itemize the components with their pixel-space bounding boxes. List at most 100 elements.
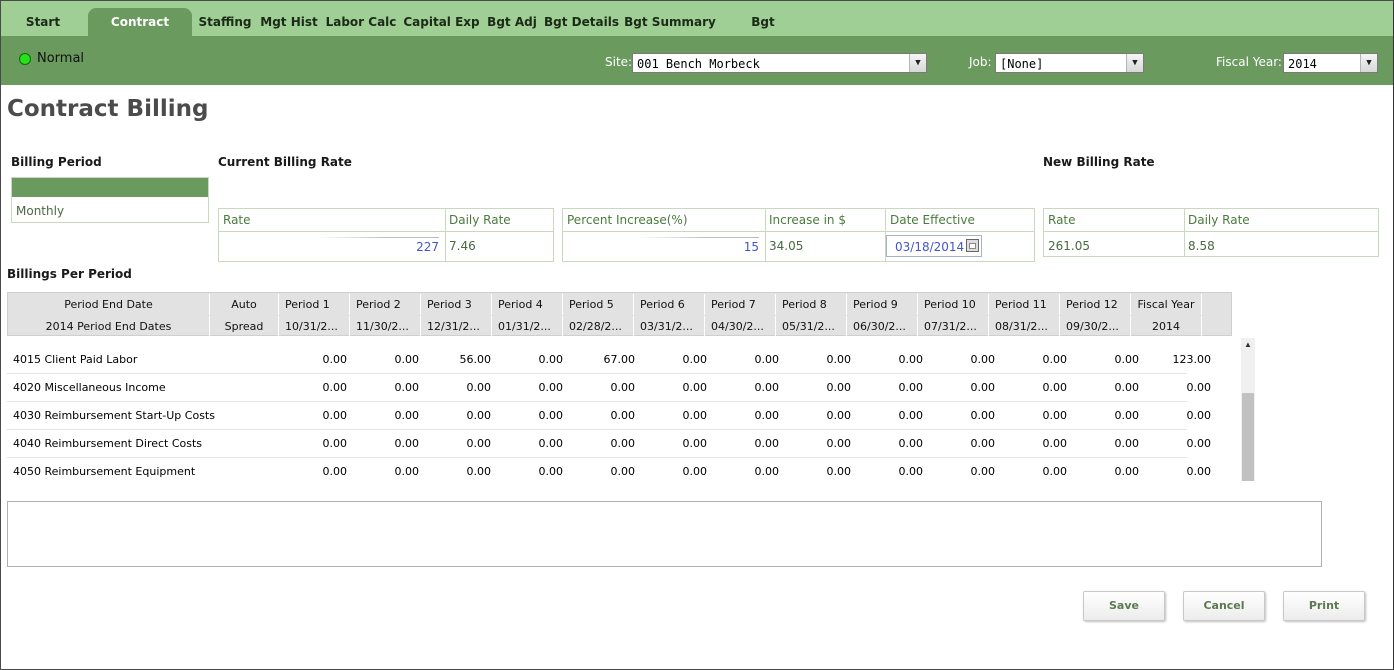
scrollbar-thumb[interactable]: [1242, 393, 1254, 481]
table-row[interactable]: 4015 Client Paid Labor 0.00 0.00 56.00 0.00 6…: [7, 345, 1211, 374]
vertical-scrollbar[interactable]: ▲: [1241, 338, 1255, 481]
table-cell[interactable]: 0.00: [863, 465, 924, 478]
billing-period-option[interactable]: Monthly: [12, 197, 208, 218]
table-cell[interactable]: 0.00: [575, 381, 636, 394]
tab-bgt-details[interactable]: Bgt Details: [543, 8, 620, 36]
tab-bgt-adj[interactable]: Bgt Adj: [484, 8, 540, 36]
scroll-up-icon[interactable]: ▲: [1241, 340, 1255, 349]
table-cell[interactable]: 0.00: [647, 437, 708, 450]
rate-input[interactable]: 227: [319, 240, 439, 254]
table-cell[interactable]: 0.00: [935, 465, 996, 478]
table-cell[interactable]: 0.00: [863, 409, 924, 422]
table-cell[interactable]: 0.00: [719, 409, 780, 422]
table-cell[interactable]: 0.00: [791, 437, 852, 450]
table-cell[interactable]: 0.00: [503, 353, 564, 366]
table-row[interactable]: 4050 Reimbursement Equipment 0.00 0.00 0.00…: [7, 457, 1211, 481]
table-cell[interactable]: 0.00: [503, 409, 564, 422]
table-cell[interactable]: 0.00: [575, 437, 636, 450]
table-cell[interactable]: 0.00: [287, 465, 348, 478]
table-cell[interactable]: 0.00: [431, 381, 492, 394]
table-cell[interactable]: 0.00: [359, 381, 420, 394]
billing-period-selected[interactable]: [12, 178, 208, 197]
table-cell[interactable]: 0.00: [863, 381, 924, 394]
percent-increase-input[interactable]: 15: [639, 240, 759, 254]
table-cell[interactable]: 0.00: [863, 353, 924, 366]
table-cell[interactable]: 0.00: [1151, 381, 1212, 394]
table-cell[interactable]: 0.00: [719, 353, 780, 366]
table-cell[interactable]: 0.00: [791, 381, 852, 394]
table-cell[interactable]: 0.00: [647, 353, 708, 366]
site-select[interactable]: 001 Bench Morbeck ▼: [632, 53, 927, 73]
calendar-icon[interactable]: [966, 239, 979, 252]
table-cell[interactable]: 0.00: [575, 465, 636, 478]
table-row[interactable]: 4040 Reimbursement Direct Costs 0.00 0.00 0…: [7, 429, 1211, 458]
table-cell[interactable]: 0.00: [287, 353, 348, 366]
table-cell[interactable]: 0.00: [1007, 381, 1068, 394]
table-cell[interactable]: 0.00: [1151, 437, 1212, 450]
table-cell[interactable]: 0.00: [1151, 409, 1212, 422]
table-cell[interactable]: 0.00: [287, 437, 348, 450]
table-cell[interactable]: 0.00: [935, 409, 996, 422]
tab-labor-calc[interactable]: Labor Calc: [323, 8, 399, 36]
chevron-down-icon[interactable]: ▼: [1126, 54, 1143, 72]
table-cell[interactable]: 0.00: [935, 353, 996, 366]
table-row[interactable]: 4020 Miscellaneous Income 0.00 0.00 0.00 0.0…: [7, 373, 1211, 402]
tab-bgt-approval[interactable]: Bgt Approval: [720, 8, 806, 57]
tab-staffing[interactable]: Staffing: [195, 8, 255, 36]
print-button[interactable]: Print: [1283, 591, 1365, 621]
table-cell[interactable]: 56.00: [431, 353, 492, 366]
table-cell[interactable]: 0.00: [1007, 465, 1068, 478]
table-cell[interactable]: 0.00: [1151, 465, 1212, 478]
table-cell[interactable]: 0.00: [647, 381, 708, 394]
table-cell[interactable]: 0.00: [431, 465, 492, 478]
table-cell[interactable]: 0.00: [359, 465, 420, 478]
table-cell[interactable]: 0.00: [1079, 437, 1140, 450]
cancel-button[interactable]: Cancel: [1183, 591, 1265, 621]
save-button[interactable]: Save: [1083, 591, 1165, 621]
table-cell[interactable]: 0.00: [575, 409, 636, 422]
table-cell[interactable]: 0.00: [1007, 437, 1068, 450]
table-cell[interactable]: 0.00: [359, 353, 420, 366]
tab-contract-billing[interactable]: Contract Billing: [88, 8, 192, 57]
tab-mgt-hist[interactable]: Mgt Hist: [258, 8, 320, 36]
table-cell[interactable]: 0.00: [287, 381, 348, 394]
table-cell[interactable]: 0.00: [1007, 409, 1068, 422]
table-cell[interactable]: 0.00: [935, 437, 996, 450]
date-effective-input[interactable]: 03/18/2014: [886, 235, 982, 257]
table-cell[interactable]: 0.00: [1079, 465, 1140, 478]
table-cell[interactable]: 0.00: [719, 465, 780, 478]
tab-bgt-summary[interactable]: Bgt Summary: [623, 8, 717, 36]
chevron-down-icon[interactable]: ▼: [909, 54, 926, 72]
table-cell[interactable]: 0.00: [431, 437, 492, 450]
chevron-down-icon[interactable]: ▼: [1360, 54, 1377, 72]
table-cell[interactable]: 0.00: [863, 437, 924, 450]
table-cell[interactable]: 0.00: [791, 353, 852, 366]
table-cell[interactable]: 0.00: [935, 381, 996, 394]
table-cell[interactable]: 0.00: [1079, 381, 1140, 394]
table-row[interactable]: 4030 Reimbursement Start-Up Costs 0.00 0.0…: [7, 401, 1211, 430]
tab-start-budget[interactable]: Start Budget: [1, 8, 85, 57]
table-cell[interactable]: 0.00: [1007, 353, 1068, 366]
table-cell[interactable]: 0.00: [647, 409, 708, 422]
table-cell[interactable]: 0.00: [1079, 409, 1140, 422]
fiscal-year-select[interactable]: 2014 ▼: [1283, 53, 1378, 73]
table-cell[interactable]: 0.00: [287, 409, 348, 422]
table-cell[interactable]: 0.00: [431, 409, 492, 422]
table-cell[interactable]: 0.00: [503, 437, 564, 450]
notes-area[interactable]: [7, 501, 1322, 567]
table-cell[interactable]: 67.00: [575, 353, 636, 366]
billing-period-list[interactable]: Monthly: [11, 177, 209, 223]
tab-capital-exp[interactable]: Capital Exp: [402, 8, 481, 36]
table-cell[interactable]: 0.00: [647, 465, 708, 478]
job-select[interactable]: [None] ▼: [995, 53, 1144, 73]
table-cell[interactable]: 0.00: [719, 437, 780, 450]
table-cell[interactable]: 0.00: [719, 381, 780, 394]
table-cell[interactable]: 0.00: [503, 381, 564, 394]
table-cell[interactable]: 0.00: [359, 409, 420, 422]
table-cell[interactable]: 0.00: [503, 465, 564, 478]
table-cell[interactable]: 123.00: [1151, 353, 1212, 366]
table-cell[interactable]: 0.00: [791, 409, 852, 422]
table-cell[interactable]: 0.00: [791, 465, 852, 478]
table-cell[interactable]: 0.00: [359, 437, 420, 450]
table-cell[interactable]: 0.00: [1079, 353, 1140, 366]
